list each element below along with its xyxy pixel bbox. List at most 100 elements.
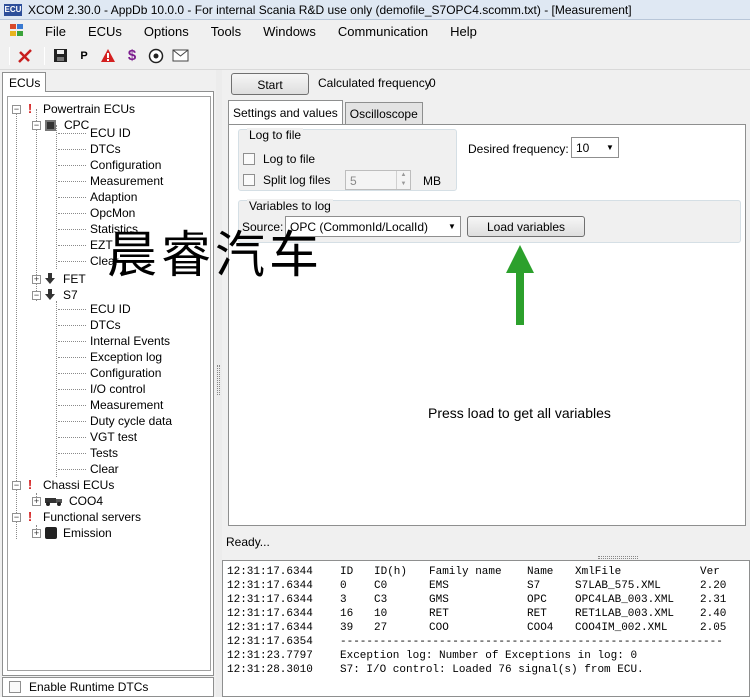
calculated-frequency-value: 0	[429, 76, 436, 90]
tree-node-cpc-measurement[interactable]: Measurement	[90, 173, 163, 189]
tree-node-cpc-ecu-id[interactable]: ECU ID	[90, 125, 131, 141]
status-text: Ready...	[226, 535, 270, 549]
log-line: 12:31:23.7797 Exception log: Number of Ex…	[227, 650, 638, 662]
splitter-grip[interactable]	[217, 365, 220, 395]
tree-node-s7-tests[interactable]: Tests	[90, 445, 118, 461]
menu-tools[interactable]: Tools	[200, 24, 252, 39]
tree-node-s7-internal-events[interactable]: Internal Events	[90, 333, 170, 349]
expand-icon[interactable]: +	[32, 496, 41, 506]
tree-line	[58, 197, 86, 198]
tree-node-chassi[interactable]: − ! Chassi ECUs	[12, 477, 114, 493]
menu-ecus[interactable]: ECUs	[77, 24, 133, 39]
split-log-files-label: Split log files	[263, 173, 331, 187]
connect-icon[interactable]	[15, 46, 35, 66]
tree-line	[58, 421, 86, 422]
enable-runtime-dtcs-row: Enable Runtime DTCs	[2, 677, 214, 697]
ecu-tree-container: − ! Powertrain ECUs − CPC ECU ID DTCs Co…	[2, 91, 214, 676]
tree-node-s7-measurement[interactable]: Measurement	[90, 397, 163, 413]
variables-group-title: Variables to log	[247, 199, 333, 213]
split-log-files-checkbox[interactable]	[243, 174, 255, 186]
tree-node-cpc-dtcs[interactable]: DTCs	[90, 141, 121, 157]
dropdown-arrow-icon[interactable]: ▼	[444, 217, 460, 236]
tree-node-fet[interactable]: + FET	[32, 271, 86, 287]
start-button[interactable]: Start	[231, 73, 309, 95]
tree-node-s7-exception-log[interactable]: Exception log	[90, 349, 162, 365]
tree-line	[58, 389, 86, 390]
split-size-stepper[interactable]: 5 ▲ ▼	[345, 170, 411, 190]
menu-windows[interactable]: Windows	[252, 24, 327, 39]
tree-line	[58, 469, 86, 470]
tree-node-emission[interactable]: + Emission	[32, 525, 112, 541]
settings-tab-page: Log to file Log to file Split log files …	[228, 124, 746, 526]
measurement-panel: Start Calculated frequency 0 Settings an…	[222, 70, 750, 697]
tree-line	[56, 125, 57, 269]
horizontal-splitter-grip[interactable]	[598, 556, 638, 559]
dropdown-arrow-icon[interactable]: ▼	[602, 138, 618, 157]
hint-text: Press load to get all variables	[428, 405, 611, 421]
mail-icon[interactable]	[170, 46, 190, 66]
menu-help[interactable]: Help	[439, 24, 488, 39]
download-icon	[45, 289, 55, 301]
tree-line	[58, 341, 86, 342]
ecu-group-icon: !	[27, 101, 33, 116]
tree-node-s7[interactable]: − S7	[32, 287, 78, 303]
mdi-window-icon[interactable]	[10, 24, 26, 38]
watermark-text: 晨睿汽车	[107, 226, 323, 284]
tree-node-cpc-configuration[interactable]: Configuration	[90, 157, 161, 173]
collapse-icon[interactable]: −	[12, 512, 21, 522]
p-icon[interactable]: P	[74, 46, 94, 66]
collapse-icon[interactable]: −	[12, 480, 21, 490]
desired-frequency-value: 10	[576, 141, 590, 155]
warning-icon[interactable]	[98, 46, 118, 66]
truck-icon	[45, 496, 65, 506]
desired-frequency-label: Desired frequency:	[468, 142, 569, 156]
tree-node-cpc[interactable]: − CPC	[32, 117, 89, 133]
tree-line	[58, 213, 86, 214]
log-to-file-group-title: Log to file	[247, 128, 304, 142]
tree-node-powertrain[interactable]: − ! Powertrain ECUs	[12, 101, 135, 117]
menu-file[interactable]: File	[34, 24, 77, 39]
tree-node-s7-ecu-id[interactable]: ECU ID	[90, 301, 131, 317]
menu-options[interactable]: Options	[133, 24, 200, 39]
tree-node-functional[interactable]: − ! Functional servers	[12, 509, 141, 525]
emission-icon	[45, 527, 57, 539]
desired-frequency-select[interactable]: 10 ▼	[571, 137, 619, 158]
tree-line	[58, 149, 86, 150]
tree-node-s7-io-control[interactable]: I/O control	[90, 381, 145, 397]
tree-line	[58, 453, 86, 454]
tree-node-coo4[interactable]: + COO4	[32, 493, 103, 509]
enable-runtime-dtcs-checkbox[interactable]	[9, 681, 21, 693]
ecu-panel: ECUs − ! Powertrain ECUs − CPC ECU ID DT…	[0, 70, 216, 697]
tree-node-label: FET	[63, 272, 86, 286]
log-to-file-checkbox[interactable]	[243, 153, 255, 165]
tab-oscilloscope[interactable]: Oscilloscope	[344, 102, 423, 124]
tree-node-s7-configuration[interactable]: Configuration	[90, 365, 161, 381]
save-icon[interactable]	[50, 46, 70, 66]
load-variables-button[interactable]: Load variables	[467, 216, 585, 237]
collapse-icon[interactable]: −	[32, 290, 41, 300]
tree-node-label: Functional servers	[43, 510, 142, 524]
expand-icon[interactable]: +	[32, 528, 41, 538]
download-icon	[45, 273, 55, 285]
expand-icon[interactable]: +	[32, 274, 41, 284]
tree-node-s7-vgt-test[interactable]: VGT test	[90, 429, 137, 445]
settings-circle-icon[interactable]	[146, 46, 166, 66]
tree-node-s7-duty-cycle[interactable]: Duty cycle data	[90, 413, 172, 429]
tree-line	[58, 229, 86, 230]
tree-node-s7-dtcs[interactable]: DTCs	[90, 317, 121, 333]
collapse-icon[interactable]: −	[12, 104, 21, 114]
tab-ecus[interactable]: ECUs	[2, 72, 46, 92]
tree-node-cpc-adaption[interactable]: Adaption	[90, 189, 137, 205]
title-bar: ECU XCOM 2.30.0 - AppDb 10.0.0 - For int…	[0, 0, 750, 20]
collapse-icon[interactable]: −	[32, 120, 41, 130]
tree-line	[58, 437, 86, 438]
window-title: XCOM 2.30.0 - AppDb 10.0.0 - For interna…	[28, 2, 632, 17]
dollar-icon[interactable]: $	[122, 46, 142, 66]
tree-line	[58, 373, 86, 374]
menu-communication[interactable]: Communication	[327, 24, 439, 39]
log-line: 12:31:28.3010 S7: I/O control: Loaded 76 …	[227, 664, 644, 676]
tree-node-s7-clear[interactable]: Clear	[90, 461, 119, 477]
tree-line	[58, 309, 86, 310]
stepper-arrows-icon[interactable]: ▲ ▼	[396, 171, 410, 189]
tab-settings-and-values[interactable]: Settings and values	[228, 100, 343, 124]
